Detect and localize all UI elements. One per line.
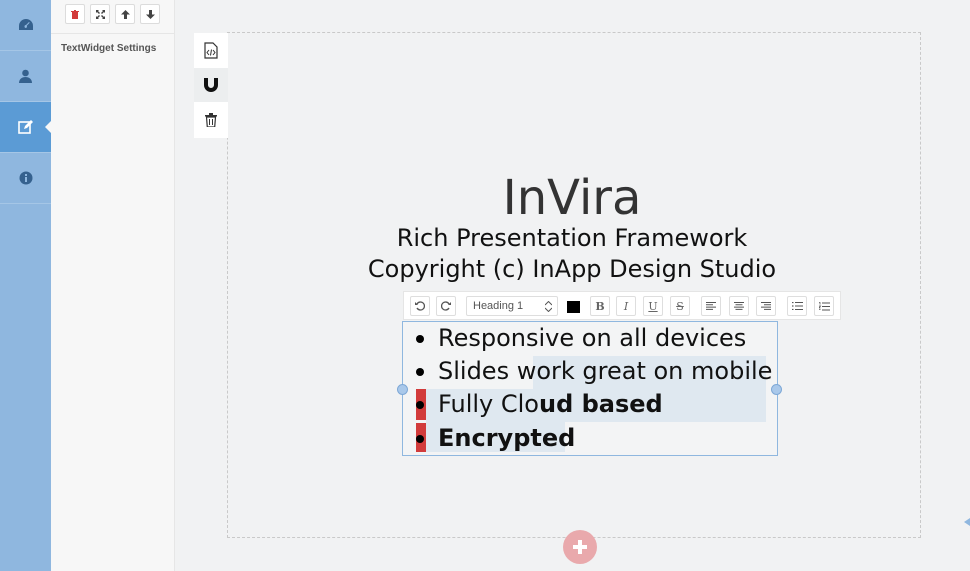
- list-item[interactable]: Responsive on all devices: [438, 323, 746, 353]
- dashboard-icon: [18, 19, 33, 30]
- move-down-button[interactable]: [140, 4, 160, 24]
- numbered-list-icon: [818, 301, 830, 310]
- slide-subtitle-1[interactable]: Rich Presentation Framework: [330, 222, 814, 254]
- bulleted-list-icon: [791, 302, 803, 310]
- settings-title: TextWidget Settings: [61, 43, 157, 54]
- code-file-icon: [204, 41, 218, 59]
- snap-button[interactable]: [194, 68, 228, 102]
- list-bullet: [416, 368, 424, 376]
- undo-button[interactable]: [410, 296, 430, 316]
- resize-handle-right[interactable]: [771, 384, 782, 395]
- source-code-button[interactable]: [194, 33, 228, 67]
- slide-canvas[interactable]: [227, 32, 921, 538]
- list-bullet: [416, 335, 424, 343]
- list-item-text-selected: rk great on mobile: [551, 357, 773, 385]
- select-arrows-icon: [545, 301, 552, 312]
- text-color-swatch[interactable]: [567, 301, 580, 313]
- plus-icon: [573, 540, 587, 554]
- arrow-down-icon: [145, 9, 155, 19]
- magnet-icon: [204, 78, 218, 92]
- delete-icon: [71, 9, 79, 19]
- italic-button[interactable]: I: [616, 296, 636, 316]
- trash-icon: [205, 113, 217, 127]
- list-item[interactable]: Encrypted: [438, 423, 575, 453]
- move-up-button[interactable]: [115, 4, 135, 24]
- app-sidebar: [0, 0, 52, 571]
- list-item-text: Fully Clo: [438, 390, 539, 418]
- delete-widget-button[interactable]: [65, 4, 85, 24]
- strikethrough-button[interactable]: S: [670, 296, 690, 316]
- user-icon: [19, 69, 32, 83]
- edit-icon: [17, 120, 33, 134]
- list-bullet: [416, 401, 424, 409]
- slide-title[interactable]: InVira: [330, 170, 814, 226]
- nav-info[interactable]: [0, 153, 51, 204]
- arrow-up-icon: [120, 9, 130, 19]
- nav-dashboard[interactable]: [0, 0, 51, 51]
- panel-toggle-icon[interactable]: [964, 518, 970, 526]
- add-widget-button[interactable]: [563, 530, 597, 564]
- numbered-list-button[interactable]: [814, 296, 834, 316]
- list-item-text: Slides wo: [438, 357, 552, 385]
- list-item[interactable]: Slides work great on mobile: [438, 356, 772, 386]
- align-center-button[interactable]: [729, 296, 749, 316]
- align-left-icon: [706, 302, 716, 310]
- list-bullet: [416, 435, 424, 443]
- redo-icon: [441, 301, 451, 311]
- redo-button[interactable]: [436, 296, 456, 316]
- info-icon: [19, 171, 32, 185]
- align-right-icon: [761, 302, 771, 310]
- bulleted-list-button[interactable]: [787, 296, 807, 316]
- list-item-text-bold: ud based: [538, 390, 663, 418]
- delete-button[interactable]: [194, 103, 228, 137]
- align-left-button[interactable]: [701, 296, 721, 316]
- align-right-button[interactable]: [756, 296, 776, 316]
- slide-subtitle-2[interactable]: Copyright (c) InApp Design Studio: [330, 253, 814, 285]
- settings-panel: TextWidget Settings: [51, 0, 175, 571]
- settings-toolbar: [51, 0, 175, 34]
- list-item[interactable]: Fully Cloud based: [438, 389, 663, 419]
- underline-button[interactable]: U: [643, 296, 663, 316]
- expand-icon: [95, 9, 105, 19]
- rich-text-toolbar: Heading 1 B I U S: [403, 291, 841, 320]
- bold-button[interactable]: B: [590, 296, 610, 316]
- widget-side-tools: [194, 33, 228, 138]
- resize-handle-left[interactable]: [397, 384, 408, 395]
- nav-edit[interactable]: [0, 102, 52, 153]
- align-center-icon: [734, 302, 744, 310]
- undo-icon: [415, 301, 425, 311]
- nav-user[interactable]: [0, 51, 51, 102]
- expand-widget-button[interactable]: [90, 4, 110, 24]
